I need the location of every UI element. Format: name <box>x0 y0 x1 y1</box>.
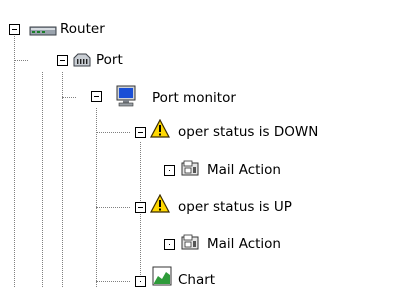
collapse-toggle[interactable] <box>135 127 146 138</box>
collapse-toggle[interactable] <box>91 91 102 102</box>
tree-node-label[interactable]: Router <box>60 20 105 38</box>
tree-node-label[interactable]: Mail Action <box>207 235 281 253</box>
warning-icon <box>150 119 170 138</box>
tree-connector <box>62 72 63 287</box>
router-icon <box>29 26 57 36</box>
tree-connector <box>96 207 130 208</box>
leaf-toggle <box>135 276 146 287</box>
tree-node-label[interactable]: Mail Action <box>207 161 281 179</box>
leaf-toggle <box>164 239 175 250</box>
tree-connector <box>14 60 28 61</box>
tree-node-label[interactable]: Port monitor <box>152 89 236 107</box>
network-port-icon <box>73 53 91 67</box>
tree-node-label[interactable]: Chart <box>178 271 215 289</box>
tree-view: Router Port Port monitor oper status is … <box>0 0 395 289</box>
chart-icon <box>152 266 172 286</box>
tree-connector <box>96 132 130 133</box>
mail-action-icon <box>181 160 199 176</box>
collapse-toggle[interactable] <box>135 202 146 213</box>
tree-connector <box>14 36 15 287</box>
tree-node-label[interactable]: oper status is UP <box>178 198 292 216</box>
collapse-toggle[interactable] <box>9 24 20 35</box>
leaf-toggle <box>164 165 175 176</box>
mail-action-icon <box>181 234 199 250</box>
monitor-icon <box>116 85 136 107</box>
tree-node-label[interactable]: oper status is DOWN <box>178 123 318 141</box>
collapse-toggle[interactable] <box>57 55 68 66</box>
tree-node-label[interactable]: Port <box>96 51 123 69</box>
tree-connector <box>96 281 130 282</box>
tree-connector <box>62 97 76 98</box>
tree-connector <box>42 72 43 287</box>
tree-connector <box>96 108 97 287</box>
tree-connector <box>140 142 141 287</box>
warning-icon <box>150 194 170 213</box>
